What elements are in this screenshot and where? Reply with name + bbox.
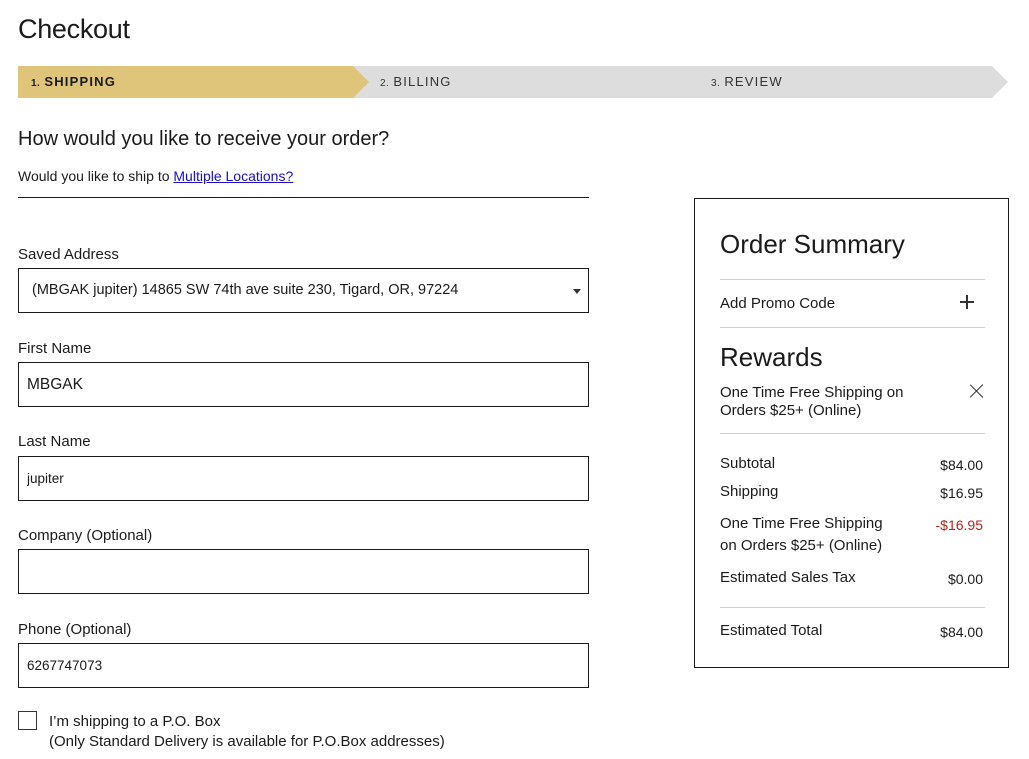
order-summary-panel: Order Summary Add Promo Code Rewards One…: [694, 198, 1009, 668]
saved-address-label: Saved Address: [18, 246, 119, 263]
rewards-title: Rewards: [720, 342, 823, 372]
divider: [18, 197, 589, 198]
page-title: Checkout: [18, 14, 130, 44]
subtotal-value: $84.00: [940, 457, 983, 473]
total-label: Estimated Total: [720, 622, 823, 639]
reward-offer-text: One Time Free Shipping on Orders $25+ (O…: [720, 384, 904, 419]
company-field-box: [18, 549, 589, 594]
plus-icon[interactable]: [960, 295, 974, 309]
step-label: BILLING: [393, 74, 452, 89]
step-review[interactable]: 3. REVIEW: [683, 66, 1010, 98]
company-input[interactable]: [19, 550, 567, 593]
multiple-locations-prompt: Would you like to ship to Multiple Locat…: [18, 168, 293, 184]
divider: [720, 279, 985, 280]
tax-value: $0.00: [947, 571, 983, 587]
saved-address-select[interactable]: (MBGAK jupiter) 14865 SW 74th ave suite …: [18, 268, 589, 313]
step-label: SHIPPING: [44, 74, 117, 89]
shipping-value: $16.95: [940, 485, 983, 501]
delivery-question: How would you like to receive your order…: [18, 128, 390, 150]
step-number: 2.: [380, 78, 390, 89]
step-label: REVIEW: [724, 74, 783, 89]
add-promo-code-button[interactable]: Add Promo Code: [720, 295, 835, 312]
checkout-steps: 1. SHIPPING 2. BILLING 3. REVIEW: [18, 66, 1010, 98]
discount-label-line1: One Time Free Shipping: [720, 515, 883, 532]
phone-input[interactable]: [19, 644, 567, 687]
pobox-note: (Only Standard Delivery is available for…: [49, 733, 445, 750]
step-shipping[interactable]: 1. SHIPPING: [18, 66, 372, 98]
first-name-field-box: [18, 362, 589, 407]
shipping-label: Shipping: [720, 483, 779, 500]
last-name-label: Last Name: [18, 433, 91, 450]
multiple-locations-text: Would you like to ship to: [18, 168, 174, 184]
order-summary-title: Order Summary: [720, 229, 905, 259]
company-label: Company (Optional): [18, 527, 153, 544]
last-name-field-box: [18, 456, 589, 501]
discount-value: -$16.95: [935, 517, 983, 533]
tax-label: Estimated Sales Tax: [720, 569, 856, 586]
phone-field-box: [18, 643, 589, 688]
close-icon[interactable]: [969, 383, 985, 399]
pobox-label: I’m shipping to a P.O. Box: [49, 713, 221, 730]
first-name-input[interactable]: [19, 363, 567, 406]
divider: [720, 433, 985, 434]
pobox-checkbox[interactable]: [18, 711, 37, 730]
divider: [720, 327, 985, 328]
step-number: 3.: [711, 78, 721, 89]
saved-address-value: (MBGAK jupiter) 14865 SW 74th ave suite …: [32, 282, 459, 298]
step-number: 1.: [31, 78, 41, 89]
phone-label: Phone (Optional): [18, 621, 132, 638]
caret-down-icon: [573, 289, 581, 294]
discount-label-line2: on Orders $25+ (Online): [720, 537, 883, 554]
last-name-input[interactable]: [19, 457, 567, 500]
subtotal-label: Subtotal: [720, 455, 776, 472]
first-name-label: First Name: [18, 340, 92, 357]
step-billing[interactable]: 2. BILLING: [353, 66, 703, 98]
divider: [720, 607, 985, 608]
total-value: $84.00: [940, 624, 983, 640]
multiple-locations-link[interactable]: Multiple Locations?: [173, 168, 293, 184]
